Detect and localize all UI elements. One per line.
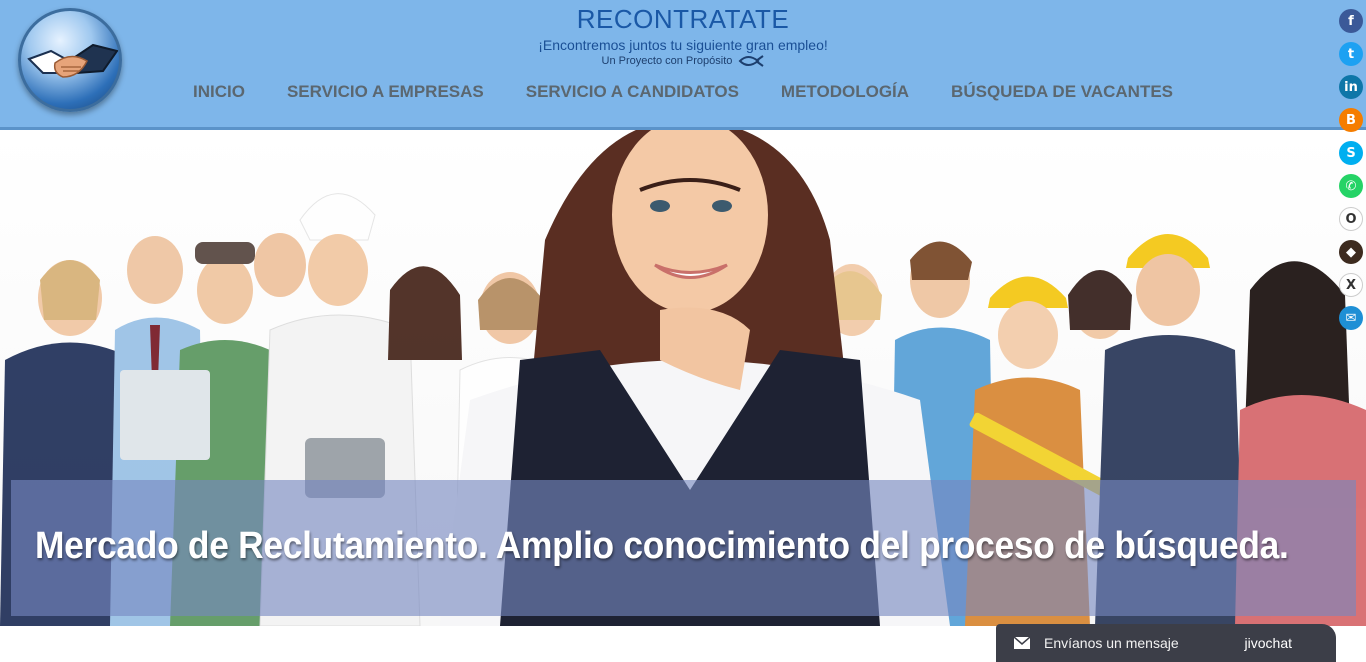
nav-item-busqueda-vacantes[interactable]: BÚSQUEDA DE VACANTES [930,80,1194,104]
nav-item-servicio-candidatos[interactable]: SERVICIO A CANDIDATOS [505,80,760,104]
main-nav: INICIO SERVICIO A EMPRESAS SERVICIO A CA… [0,80,1366,104]
skype-icon[interactable]: S [1339,141,1363,165]
whatsapp-icon[interactable]: ✆ [1339,174,1363,198]
hero-banner: Mercado de Reclutamiento. Amplio conocim… [0,130,1366,626]
twitter-icon[interactable]: t [1339,42,1363,66]
chat-brand: jivochat [1244,635,1292,651]
chat-widget[interactable]: Envíanos un mensaje jivochat [996,624,1336,662]
facebook-icon[interactable]: f [1339,9,1363,33]
fox-icon[interactable]: ◆ [1339,240,1363,264]
social-sidebar: f t in B S ✆ O ◆ X ✉ [1336,9,1366,330]
fish-icon [739,55,765,67]
site-tagline: ¡Encontremos juntos tu siguiente gran em… [538,37,828,53]
pinterest-icon[interactable]: O [1339,207,1363,231]
site-header: RECONTRATATE ¡Encontremos juntos tu sigu… [0,0,1366,130]
purpose-text: Un Proyecto con Propósito [601,55,733,67]
purpose-line: Un Proyecto con Propósito [0,55,1366,67]
nav-item-inicio[interactable]: INICIO [172,80,266,104]
hero-caption: Mercado de Reclutamiento. Amplio conocim… [35,525,1289,567]
nav-item-metodologia[interactable]: METODOLOGÍA [760,80,930,104]
linkedin-icon[interactable]: in [1339,75,1363,99]
blogger-icon[interactable]: B [1339,108,1363,132]
nav-item-servicio-empresas[interactable]: SERVICIO A EMPRESAS [266,80,505,104]
site-title[interactable]: RECONTRATATE [0,4,1366,35]
hero-caption-box: Mercado de Reclutamiento. Amplio conocim… [11,480,1356,616]
xing-icon[interactable]: X [1339,273,1363,297]
chat-label: Envíanos un mensaje [1044,635,1179,651]
envelope-icon [1014,637,1030,649]
email-icon[interactable]: ✉ [1339,306,1363,330]
